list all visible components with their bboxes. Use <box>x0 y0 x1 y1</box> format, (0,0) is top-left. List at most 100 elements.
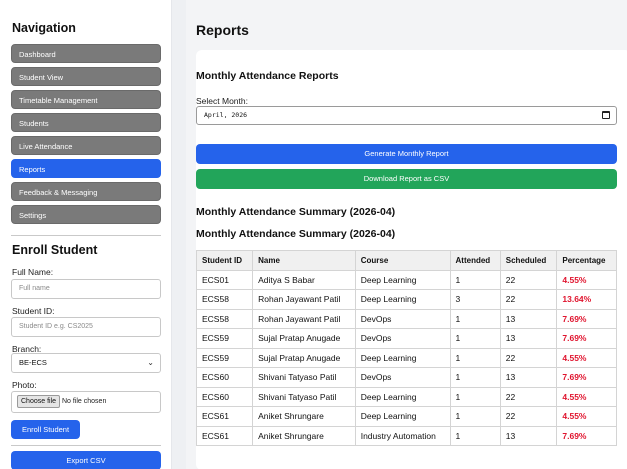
full-name-label: Full Name: <box>12 267 54 277</box>
cell-percentage: 7.69% <box>556 308 617 329</box>
table-header-row: Student ID Name Course Attended Schedule… <box>195 250 617 271</box>
header-percentage: Percentage <box>556 250 617 271</box>
cell-scheduled: 22 <box>499 289 558 310</box>
cell-name: Rohan Jayawant Patil <box>252 308 356 329</box>
student-id-label: Student ID: <box>12 306 55 316</box>
cell-scheduled: 13 <box>499 308 558 329</box>
sidebar-gutter <box>172 0 186 469</box>
cell-percentage: 4.55% <box>556 347 617 368</box>
cell-attended: 1 <box>449 386 501 407</box>
cell-percentage: 7.69% <box>556 328 617 349</box>
cell-attended: 1 <box>449 269 501 290</box>
nav-item-settings[interactable]: Settings <box>11 205 161 224</box>
chevron-down-icon: ⌄ <box>147 358 154 367</box>
table-row: ECS59 Sujal Pratap Anugade DevOps 1 13 7… <box>195 328 617 349</box>
cell-course: Deep Learning <box>354 269 451 290</box>
cell-attended: 1 <box>449 425 501 446</box>
cell-course: Deep Learning <box>354 406 451 427</box>
cell-scheduled: 13 <box>499 328 558 349</box>
table-row: ECS60 Shivani Tatyaso Patil DevOps 1 13 … <box>195 367 617 388</box>
cell-scheduled: 22 <box>499 386 558 407</box>
download-csv-button[interactable]: Download Report as CSV <box>196 169 617 189</box>
select-month-label: Select Month: <box>196 96 248 106</box>
page-title: Reports <box>196 22 249 38</box>
student-id-input[interactable]: Student ID e.g. CS2025 <box>11 317 161 337</box>
cell-attended: 1 <box>449 308 501 329</box>
choose-file-button[interactable]: Choose file <box>17 394 61 408</box>
cell-student-id: ECS01 <box>195 269 254 290</box>
table-row: ECS58 Rohan Jayawant Patil Deep Learning… <box>195 289 617 310</box>
cell-percentage: 7.69% <box>556 367 617 388</box>
cell-name: Sujal Pratap Anugade <box>252 347 356 368</box>
table-row: ECS61 Aniket Shrungare Industry Automati… <box>195 425 617 446</box>
summary-title-repeat: Monthly Attendance Summary (2026-04) <box>196 228 396 240</box>
cell-course: Deep Learning <box>354 289 451 310</box>
nav-item-feedback-messaging[interactable]: Feedback & Messaging <box>11 182 161 201</box>
cell-attended: 1 <box>449 406 501 427</box>
header-name: Name <box>252 250 356 271</box>
cell-course: DevOps <box>354 328 451 349</box>
sidebar-divider <box>11 235 161 236</box>
table-row: ECS01 Aditya S Babar Deep Learning 1 22 … <box>195 269 617 290</box>
nav-list: Dashboard Student View Timetable Managem… <box>11 44 161 228</box>
cell-name: Aditya S Babar <box>252 269 356 290</box>
cell-name: Rohan Jayawant Patil <box>252 289 356 310</box>
export-csv-button[interactable]: Export CSV <box>11 451 161 469</box>
nav-title: Navigation <box>12 21 76 35</box>
nav-item-dashboard[interactable]: Dashboard <box>11 44 161 63</box>
table-row: ECS61 Aniket Shrungare Deep Learning 1 2… <box>195 406 617 427</box>
cell-student-id: ECS58 <box>195 308 254 329</box>
cell-percentage: 4.55% <box>556 386 617 407</box>
header-course: Course <box>354 250 451 271</box>
cell-name: Shivani Tatyaso Patil <box>252 367 356 388</box>
table-row: ECS58 Rohan Jayawant Patil DevOps 1 13 7… <box>195 308 617 329</box>
nav-item-students[interactable]: Students <box>11 113 161 132</box>
cell-name: Sujal Pratap Anugade <box>252 328 356 349</box>
cell-course: DevOps <box>354 308 451 329</box>
cell-student-id: ECS60 <box>195 367 254 388</box>
branch-value: BE-ECS <box>19 358 47 367</box>
table-row: ECS59 Sujal Pratap Anugade Deep Learning… <box>195 347 617 368</box>
cell-course: Deep Learning <box>354 347 451 368</box>
attendance-table: Student ID Name Course Attended Schedule… <box>195 250 617 446</box>
enroll-student-button[interactable]: Enroll Student <box>11 420 80 439</box>
month-value: April, 2026 <box>204 111 248 119</box>
cell-student-id: ECS59 <box>195 328 254 349</box>
nav-item-live-attendance[interactable]: Live Attendance <box>11 136 161 155</box>
cell-course: Deep Learning <box>354 386 451 407</box>
calendar-icon[interactable] <box>602 111 610 119</box>
nav-item-student-view[interactable]: Student View <box>11 67 161 86</box>
card-title: Monthly Attendance Reports <box>196 70 339 82</box>
main-content: Reports Monthly Attendance Reports Selec… <box>186 0 627 469</box>
summary-title: Monthly Attendance Summary (2026-04) <box>196 206 396 218</box>
generate-monthly-report-button[interactable]: Generate Monthly Report <box>196 144 617 164</box>
cell-attended: 1 <box>449 367 501 388</box>
full-name-input[interactable]: Full name <box>11 279 161 299</box>
branch-select[interactable]: BE-ECS ⌄ <box>11 353 161 373</box>
cell-course: DevOps <box>354 367 451 388</box>
cell-course: Industry Automation <box>354 425 451 446</box>
sidebar: Navigation Dashboard Student View Timeta… <box>0 0 172 469</box>
cell-student-id: ECS58 <box>195 289 254 310</box>
cell-percentage: 4.55% <box>556 269 617 290</box>
cell-student-id: ECS61 <box>195 406 254 427</box>
cell-name: Shivani Tatyaso Patil <box>252 386 356 407</box>
cell-student-id: ECS60 <box>195 386 254 407</box>
cell-attended: 3 <box>449 289 501 310</box>
cell-percentage: 7.69% <box>556 425 617 446</box>
cell-name: Aniket Shrungare <box>252 425 356 446</box>
photo-file-input[interactable]: Choose file No file chosen <box>11 391 161 413</box>
table-row: ECS60 Shivani Tatyaso Patil Deep Learnin… <box>195 386 617 407</box>
cell-scheduled: 22 <box>499 347 558 368</box>
month-input[interactable]: April, 2026 <box>196 106 617 125</box>
nav-item-reports[interactable]: Reports <box>11 159 161 178</box>
no-file-text: No file chosen <box>61 398 107 405</box>
cell-name: Aniket Shrungare <box>252 406 356 427</box>
cell-percentage: 4.55% <box>556 406 617 427</box>
header-scheduled: Scheduled <box>499 250 558 271</box>
header-student-id: Student ID <box>195 250 254 271</box>
nav-item-timetable-management[interactable]: Timetable Management <box>11 90 161 109</box>
cell-scheduled: 22 <box>499 406 558 427</box>
photo-label: Photo: <box>12 380 37 390</box>
cell-percentage: 13.64% <box>556 289 617 310</box>
